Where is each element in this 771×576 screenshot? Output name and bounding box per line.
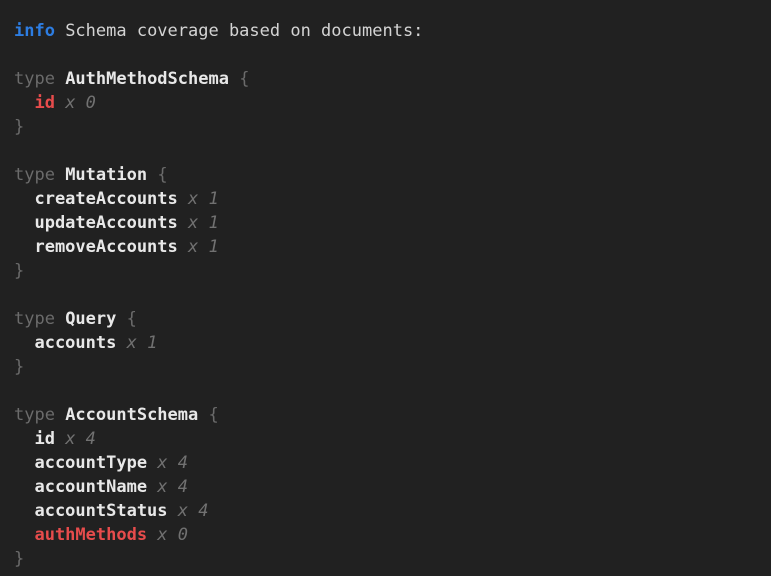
info-message: Schema coverage based on documents: [65,21,423,41]
field-name: accountName [34,477,147,497]
block-close-line: } [14,547,763,571]
coverage-blocks: type AuthMethodSchema { id x 0} type Mutation {… [14,43,763,571]
field-line: updateAccounts x 1 [14,211,763,235]
type-keyword: type [14,309,55,329]
close-brace-icon: } [14,117,24,137]
type-name: AuthMethodSchema [65,69,229,89]
field-name: accountStatus [34,501,167,521]
field-usage-count: x 1 [188,237,219,257]
field-usage-count: x 0 [65,93,96,113]
field-usage-count: x 4 [157,453,188,473]
type-name: Mutation [65,165,147,185]
field-usage-count: x 4 [178,501,209,521]
field-usage-count: x 1 [188,189,219,209]
type-declaration-line: type Mutation { [14,163,763,187]
open-brace-icon: { [239,69,249,89]
type-declaration-line: type AccountSchema { [14,403,763,427]
type-keyword: type [14,405,55,425]
block-close-line: } [14,355,763,379]
type-name: Query [65,309,116,329]
type-keyword: type [14,165,55,185]
field-name: id [34,429,54,449]
field-usage-count: x 1 [188,213,219,233]
blank-line [14,283,763,307]
field-line: accountStatus x 4 [14,499,763,523]
field-line: accountName x 4 [14,475,763,499]
type-declaration-line: type Query { [14,307,763,331]
open-brace-icon: { [127,309,137,329]
type-keyword: type [14,69,55,89]
field-usage-count: x 4 [65,429,96,449]
field-line: createAccounts x 1 [14,187,763,211]
blank-line [14,43,763,67]
field-line: id x 4 [14,427,763,451]
close-brace-icon: } [14,261,24,281]
info-level-badge: info [14,21,55,41]
block-close-line: } [14,115,763,139]
field-name: createAccounts [34,189,177,209]
field-line: id x 0 [14,91,763,115]
close-brace-icon: } [14,357,24,377]
field-name: updateAccounts [34,213,177,233]
open-brace-icon: { [157,165,167,185]
open-brace-icon: { [208,405,218,425]
blank-line [14,139,763,163]
field-usage-count: x 0 [157,525,188,545]
field-line: authMethods x 0 [14,523,763,547]
field-name: accountType [34,453,147,473]
field-line: accountType x 4 [14,451,763,475]
field-name-uncovered: id [34,93,54,113]
terminal-output[interactable]: infoSchema coverage based on documents: … [0,0,771,576]
field-usage-count: x 4 [157,477,188,497]
field-usage-count: x 1 [127,333,158,353]
field-name: accounts [34,333,116,353]
type-declaration-line: type AuthMethodSchema { [14,67,763,91]
field-name-uncovered: authMethods [34,525,147,545]
field-line: removeAccounts x 1 [14,235,763,259]
block-close-line: } [14,259,763,283]
close-brace-icon: } [14,549,24,569]
type-name: AccountSchema [65,405,198,425]
field-line: accounts x 1 [14,331,763,355]
field-name: removeAccounts [34,237,177,257]
info-line: info Schema coverage based on documents: [14,19,763,43]
blank-line [14,379,763,403]
